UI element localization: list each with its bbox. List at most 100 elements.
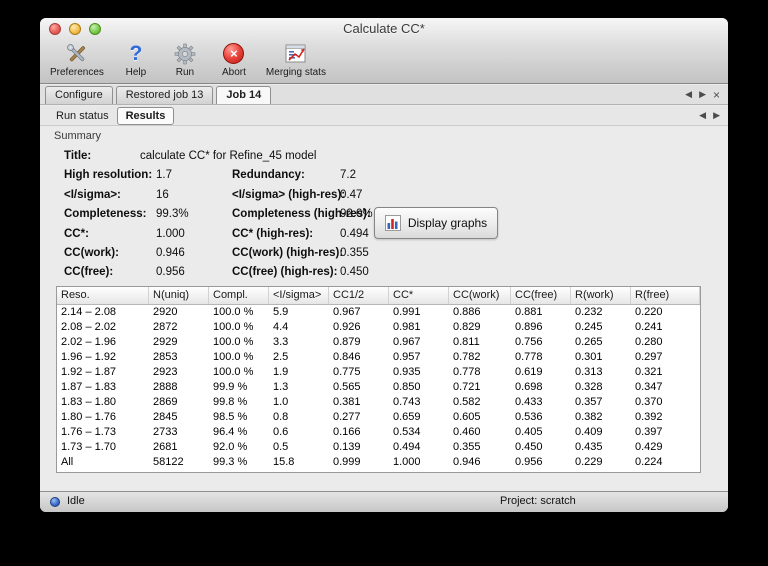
column-header[interactable]: R(work)	[571, 287, 631, 304]
column-header[interactable]: N(uniq)	[149, 287, 209, 304]
table-cell: 2888	[153, 381, 178, 393]
summary-label: Title:	[64, 150, 92, 162]
table-cell: All	[61, 456, 74, 468]
table-row[interactable]: 1.96 – 1.92 2853 100.0 % 2.5 0.846 0.957 0.782…	[57, 350, 700, 365]
table-row[interactable]: 1.87 – 1.83 2888 99.9 % 1.3 0.565 0.850 0.721 0…	[57, 380, 700, 395]
table-cell: 0.957	[393, 351, 421, 363]
table-cell: 0.347	[635, 381, 663, 393]
table-row[interactable]: 2.08 – 2.02 2872 100.0 % 4.4 0.926 0.981 0.829…	[57, 320, 700, 335]
table-cell: 0.229	[575, 456, 603, 468]
display-graphs-button[interactable]: Display graphs	[374, 207, 498, 239]
table-row[interactable]: 1.92 – 1.87 2923 100.0 % 1.9 0.775 0.935 0.778…	[57, 365, 700, 380]
table-cell: 2681	[153, 441, 178, 453]
tab-scroll-left-icon[interactable]: ◀	[699, 110, 706, 121]
table-cell: 0.605	[453, 411, 481, 423]
table-cell: 0.935	[393, 366, 421, 378]
tab-scroll-right-icon[interactable]: ▶	[699, 89, 706, 100]
tab-run-status[interactable]: Run status	[48, 108, 117, 124]
column-header[interactable]: CC1/2	[329, 287, 389, 304]
table-cell: 2872	[153, 321, 178, 333]
tab-job-14[interactable]: Job 14	[216, 86, 272, 104]
column-header[interactable]: CC(free)	[511, 287, 571, 304]
table-cell: 0.429	[635, 441, 663, 453]
tools-icon	[64, 40, 90, 67]
table-cell: 4.4	[273, 321, 289, 333]
window-chrome: Calculate CC* Preferences ? Help Run × A…	[40, 18, 728, 84]
toolbar: Preferences ? Help Run × Abort Merging s…	[50, 40, 326, 79]
table-cell: 0.280	[635, 336, 663, 348]
table-cell: 0.775	[333, 366, 361, 378]
table-cell: 2920	[153, 306, 178, 318]
table-cell: 0.321	[635, 366, 663, 378]
table-cell: 0.8	[273, 411, 289, 423]
summary-value: 0.956	[156, 266, 185, 279]
table-cell: 0.782	[453, 351, 481, 363]
column-header[interactable]: CC(work)	[449, 287, 511, 304]
job-tab-bar: Configure Restored job 13 Job 14 ◀ ▶ ×	[40, 85, 728, 105]
column-header[interactable]: R(free)	[631, 287, 700, 304]
summary-value: 0.47	[340, 188, 363, 201]
tab-configure[interactable]: Configure	[45, 86, 113, 104]
table-cell: 0.224	[635, 456, 663, 468]
minimize-button[interactable]	[69, 23, 81, 35]
toolbar-item-label: Merging stats	[265, 67, 326, 78]
summary-label: CC* (high-res):	[232, 227, 314, 240]
table-row[interactable]: 2.02 – 1.96 2929 100.0 % 3.3 0.879 0.967 0.811…	[57, 335, 700, 350]
table-cell: 1.80 – 1.76	[61, 411, 117, 423]
table-cell: 0.301	[575, 351, 603, 363]
table-cell: 0.896	[515, 321, 543, 333]
toolbar-item-run[interactable]: Run	[168, 40, 202, 78]
column-header[interactable]: Reso.	[57, 287, 149, 304]
toolbar-item-merging-stats[interactable]: Merging stats	[266, 40, 326, 78]
column-header[interactable]: Compl.	[209, 287, 269, 304]
table-cell: 0.850	[393, 381, 421, 393]
tab-scroll-right-icon[interactable]: ▶	[713, 110, 720, 121]
status-bar: Idle Project: scratch	[40, 491, 728, 512]
table-cell: 2869	[153, 396, 178, 408]
table-cell: 100.0 %	[213, 321, 254, 333]
table-row[interactable]: 1.73 – 1.70 2681 92.0 % 0.5 0.139 0.494 0.355 0…	[57, 440, 700, 455]
table-cell: 0.886	[453, 306, 481, 318]
table-cell: 0.355	[453, 441, 481, 453]
summary-value: 7.2	[340, 169, 356, 182]
table-row[interactable]: All 58122 99.3 % 15.8 0.999 1.000 0.946 0.956 0.…	[57, 455, 700, 470]
table-cell: 1.83 – 1.80	[61, 396, 117, 408]
toolbar-item-label: Preferences	[50, 67, 104, 78]
summary-label: <I/sigma>:	[64, 188, 121, 201]
table-cell: 15.8	[273, 456, 295, 468]
table-cell: 0.370	[635, 396, 663, 408]
toolbar-item-help[interactable]: ? Help	[119, 40, 153, 79]
close-button[interactable]	[49, 23, 61, 35]
toolbar-item-preferences[interactable]: Preferences	[50, 40, 104, 78]
table-row[interactable]: 1.76 – 1.73 2733 96.4 % 0.6 0.166 0.534 0.460 0…	[57, 425, 700, 440]
tab-close-icon[interactable]: ×	[713, 89, 720, 101]
summary-row: High resolution: 1.7 Redundancy: 7.2	[40, 167, 728, 186]
table-cell: 1.000	[393, 456, 421, 468]
column-header[interactable]: CC*	[389, 287, 449, 304]
summary-label: High resolution:	[64, 169, 153, 182]
view-tab-bar: Run status Results ◀ ▶	[40, 106, 728, 126]
table-cell: 0.956	[515, 456, 543, 468]
table-row[interactable]: 1.80 – 1.76 2845 98.5 % 0.8 0.277 0.659 0.605 0…	[57, 410, 700, 425]
table-row[interactable]: 2.14 – 2.08 2920 100.0 % 5.9 0.967 0.991 0.886…	[57, 305, 700, 320]
table-cell: 2929	[153, 336, 178, 348]
merging-stats-icon	[283, 40, 309, 67]
table-cell: 0.460	[453, 426, 481, 438]
tab-scroll-left-icon[interactable]: ◀	[685, 89, 692, 100]
view-tab-nav: ◀ ▶	[699, 106, 728, 125]
help-icon: ?	[129, 41, 143, 65]
tab-restored-job-13[interactable]: Restored job 13	[115, 86, 214, 104]
table-cell: 2853	[153, 351, 178, 363]
tab-results[interactable]: Results	[116, 106, 175, 125]
summary-value: 0.355	[340, 246, 369, 259]
table-cell: 1.9	[273, 366, 289, 378]
summary-value: 0.450	[340, 266, 369, 279]
bar-chart-icon	[384, 215, 401, 231]
toolbar-item-abort[interactable]: × Abort	[217, 40, 251, 78]
table-row[interactable]: 1.83 – 1.80 2869 99.8 % 1.0 0.381 0.743 0.582 0…	[57, 395, 700, 410]
summary-row: CC(work): 0.946 CC(work) (high-res): 0.3…	[40, 245, 728, 264]
table-cell: 5.9	[273, 306, 289, 318]
column-header[interactable]: <I/sigma>	[269, 287, 329, 304]
table-cell: 0.846	[333, 351, 361, 363]
gear-icon	[173, 40, 197, 67]
